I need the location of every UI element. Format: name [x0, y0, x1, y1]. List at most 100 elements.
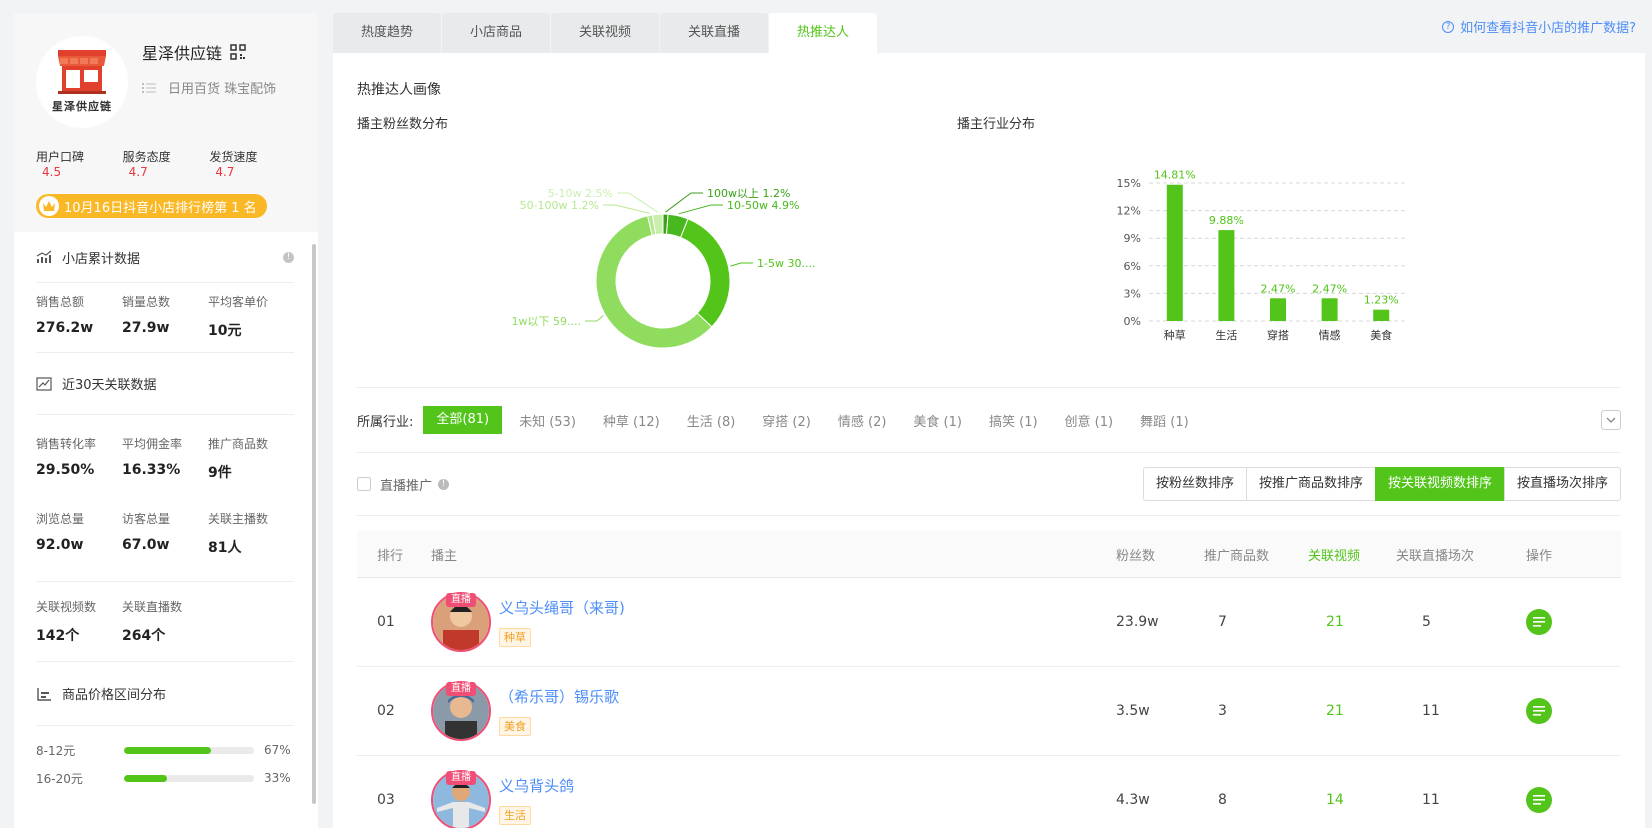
info-icon[interactable]: ! [283, 251, 294, 263]
qr-code-icon[interactable] [230, 44, 246, 60]
rank-badge[interactable]: 10月16日抖音小店排行榜第 1 名 [36, 194, 267, 218]
info-icon[interactable]: ! [438, 478, 450, 490]
filter-chip-creative[interactable]: 创意 (1) [1065, 411, 1114, 430]
table-row: 01 直播 义乌头绳哥（来哥) 种草 23.9w 7 21 5 [357, 578, 1621, 667]
sort-by-goods-button[interactable]: 按推广商品数排序 [1245, 467, 1376, 501]
shop-ratings: 用户口碑4.5 服务态度4.7 发货速度4.7 [36, 148, 296, 179]
industry-filter: 所属行业: 全部(81) 未知 (53) 种草 (12) 生活 (8) 穿搭 (… [357, 388, 1621, 453]
rating-service: 服务态度4.7 [122, 150, 171, 179]
bar [1373, 309, 1390, 321]
x-tick-label: 种草 [1164, 328, 1186, 342]
table-row: 02 直播 （希乐哥）锡乐歌 美食 3.5w 3 21 11 [357, 667, 1621, 756]
price-section-title: 商品价格区间分布 [36, 661, 294, 725]
avatar[interactable]: 直播 [431, 681, 491, 741]
live-promo-checkbox[interactable] [357, 477, 371, 491]
shop-name-row: 星泽供应链 [142, 40, 276, 64]
donut-leader-line [730, 262, 753, 267]
shop-name: 星泽供应链 [142, 44, 223, 63]
tab-bar: 热度趋势 小店商品 关联视频 关联直播 热推达人 [333, 13, 878, 53]
col-videos[interactable]: 关联视频 [1308, 545, 1396, 564]
filter-chip-all[interactable]: 全部(81) [423, 406, 503, 434]
avatar[interactable]: 直播 [431, 592, 491, 652]
charts-area: 播主粉丝数分布 播主行业分布 100w以上 1.2% 10-50w 4.9% 1-5… [357, 99, 1621, 388]
fans-cell: 4.3w [1116, 792, 1150, 808]
help-link[interactable]: ? 如何查看抖音小店的推广数据? [1442, 17, 1636, 36]
filter-chip-seeding[interactable]: 种草 (12) [603, 411, 660, 430]
table-header: 排行 播主 粉丝数 推广商品数 关联视频 关联直播场次 操作 [357, 531, 1621, 578]
filter-chip-life[interactable]: 生活 (8) [687, 411, 736, 430]
shop-category: 日用百货 珠宝配饰 [142, 78, 276, 97]
live-tag: 直播 [446, 593, 476, 607]
col-goods: 推广商品数 [1204, 548, 1270, 564]
options-bar: 直播推广 ! 按粉丝数排序 按推广商品数排序 按关联视频数排序 按直播场次排序 [357, 453, 1621, 516]
donut-label: 5-10w 2.5% [548, 187, 613, 200]
industry-tag: 种草 [499, 628, 531, 647]
recent30-section-title: 近30天关联数据 [36, 352, 294, 414]
goods-cell: 7 [1218, 614, 1227, 630]
fans-donut-chart: 100w以上 1.2%10-50w 4.9%1-5w 30....1w以下 59… [512, 187, 815, 349]
host-name-link[interactable]: 义乌头绳哥（来哥) [499, 597, 625, 618]
filter-chip-outfit[interactable]: 穿搭 (2) [762, 411, 811, 430]
axis-chart-icon [37, 687, 51, 701]
detail-list-icon[interactable] [1526, 787, 1552, 813]
store-icon [58, 50, 106, 94]
bar-value-label: 14.81% [1154, 169, 1196, 182]
filter-chip-emotion[interactable]: 情感 (2) [838, 411, 887, 430]
host-name-link[interactable]: （希乐哥）锡乐歌 [499, 686, 619, 707]
fans-cell: 23.9w [1116, 614, 1159, 630]
filter-chip-funny[interactable]: 搞笑 (1) [989, 411, 1038, 430]
goods-cell: 3 [1218, 703, 1227, 719]
sort-button-group: 按粉丝数排序 按推广商品数排序 按关联视频数排序 按直播场次排序 [1142, 467, 1621, 501]
sort-by-videos-button[interactable]: 按关联视频数排序 [1374, 467, 1505, 501]
tab-hot-influencers[interactable]: 热推达人 [769, 13, 877, 53]
bar [1166, 184, 1183, 321]
bar-value-label: 9.88% [1209, 214, 1244, 227]
table-row: 03 直播 义乌背头鸽 生活 4.3w 8 14 11 [357, 756, 1621, 828]
stat-item: 平均佣金率 16.33% [122, 437, 183, 478]
detail-list-icon[interactable] [1526, 609, 1552, 635]
industry-chart-title: 播主行业分布 [957, 117, 1036, 132]
chevron-down-icon[interactable] [1601, 410, 1621, 430]
y-tick-label: 0% [1124, 315, 1141, 328]
stat-item: 平均客单价 10元 [208, 295, 269, 339]
donut-leader-line [678, 204, 723, 215]
shop-panel: 星泽供应链 星泽供应链 日用百货 珠宝配饰 用户口碑4.5 服务态度4.7 发货… [14, 13, 318, 828]
industry-tag: 生活 [499, 806, 531, 825]
cumulative-section-title: 小店累计数据 ! [36, 232, 294, 282]
lives-cell: 11 [1422, 703, 1440, 719]
host-name-link[interactable]: 义乌背头鸽 [499, 775, 574, 796]
price-bar-fill [124, 746, 212, 754]
donut-leader-line [585, 315, 604, 322]
list-icon [142, 82, 156, 93]
bar-trend-icon [36, 250, 52, 263]
tab-related-lives[interactable]: 关联直播 [660, 13, 768, 53]
bar [1218, 230, 1235, 321]
filter-chip-unknown[interactable]: 未知 (53) [519, 411, 576, 430]
sort-by-fans-button[interactable]: 按粉丝数排序 [1142, 467, 1247, 501]
logo-text: 星泽供应链 [52, 100, 112, 113]
tab-heat-trend[interactable]: 热度趋势 [333, 13, 441, 53]
stat-item: 销售转化率 29.50% [36, 437, 97, 478]
cumulative-stats: 销售总额 276.2w 销量总数 27.9w 平均客单价 10元 [36, 282, 294, 352]
fans-cell: 3.5w [1116, 703, 1150, 719]
tab-related-videos[interactable]: 关联视频 [551, 13, 659, 53]
y-tick-label: 3% [1124, 287, 1141, 300]
bar-value-label: 2.47% [1312, 282, 1347, 295]
recent30-stats-row-1: 销售转化率 29.50% 平均佣金率 16.33% 推广商品数 9件 [36, 414, 294, 494]
stat-item: 访客总量 67.0w [122, 512, 171, 553]
donut-label: 10-50w 4.9% [727, 199, 799, 212]
shop-header: 星泽供应链 星泽供应链 日用百货 珠宝配饰 用户口碑4.5 服务态度4.7 发货… [14, 13, 318, 232]
x-tick-label: 美食 [1370, 328, 1392, 342]
detail-list-icon[interactable] [1526, 698, 1552, 724]
col-actions: 操作 [1526, 548, 1553, 564]
y-tick-label: 12% [1117, 205, 1141, 218]
donut-leader-line [617, 192, 658, 213]
stat-item: 关联主播数 81人 [208, 512, 269, 556]
avatar[interactable]: 直播 [431, 770, 491, 828]
filter-label: 所属行业: [357, 414, 414, 430]
filter-chip-food[interactable]: 美食 (1) [913, 411, 962, 430]
filter-chip-dance[interactable]: 舞蹈 (1) [1140, 411, 1189, 430]
tab-shop-goods[interactable]: 小店商品 [442, 13, 550, 53]
bar-value-label: 1.23% [1364, 294, 1399, 307]
sort-by-lives-button[interactable]: 按直播场次排序 [1503, 467, 1621, 501]
